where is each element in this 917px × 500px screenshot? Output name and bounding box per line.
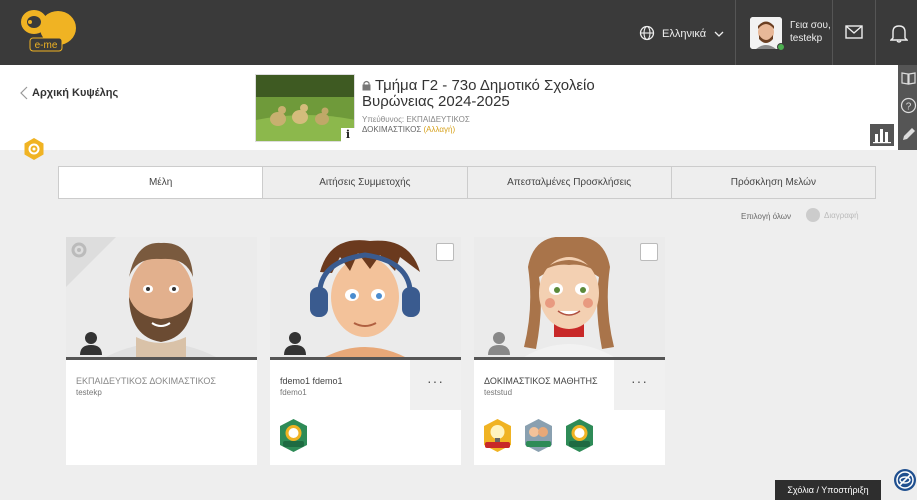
settings-gear-icon[interactable] (22, 137, 46, 161)
statistics-icon[interactable] (870, 124, 894, 146)
delete-button[interactable]: Διαγραφή (806, 208, 859, 222)
member-name-block: ΔΟΚΙΜΑΣΤΙΚΟΣ ΜΑΘΗΤΗΣ teststud (484, 376, 624, 398)
accessibility-icon[interactable] (893, 468, 917, 492)
tab-invite-members[interactable]: Πρόσκληση Μελών (672, 167, 875, 198)
delete-label: Διαγραφή (824, 210, 859, 220)
member-name-block: fdemo1 fdemo1 fdemo1 (280, 376, 420, 398)
divider (832, 0, 833, 65)
creativity-badge-icon[interactable] (480, 418, 515, 453)
owner-name: ΔΟΚΙΜΑΣΤΙΚΟΣ (362, 125, 422, 134)
class-title: Τμήμα Γ2 - 73ο Δημοτικό Σχολείο Βυρώνεια… (362, 78, 662, 110)
member-username: fdemo1 (280, 388, 307, 397)
class-owner: Υπεύθυνος: ΕΚΠΑΙΔΕΥΤΙΚΟΣ ΔΟΚΙΜΑΣΤΙΚΟΣ (Α… (362, 115, 470, 135)
achievement-badge-icon[interactable] (562, 418, 597, 453)
class-cover-image (255, 74, 355, 142)
divider (875, 0, 876, 65)
language-select[interactable]: Ελληνικά (662, 24, 724, 44)
member-full-name: fdemo1 fdemo1 (280, 376, 343, 386)
member-card[interactable]: ΕΚΠΑΙΔΕΥΤΙΚΟΣ ΔΟΚΙΜΑΣΤΙΚΟΣ testekp (66, 237, 257, 465)
member-checkbox[interactable] (640, 243, 658, 261)
change-owner-link[interactable]: (Αλλαγή) (424, 125, 456, 134)
member-username: teststud (484, 388, 513, 397)
badge-list (480, 418, 597, 453)
person-icon (284, 332, 306, 355)
owner-label: Υπεύθυνος: ΕΚΠΑΙΔΕΥΤΙΚΟΣ (362, 115, 470, 124)
tab-sent-invitations[interactable]: Απεσταλμένες Προσκλήσεις (468, 167, 672, 198)
avatar-divider (66, 357, 257, 360)
more-options-button[interactable]: ··· (410, 360, 461, 410)
more-options-button[interactable]: ··· (614, 360, 665, 410)
member-name-block: ΕΚΠΑΙΔΕΥΤΙΚΟΣ ΔΟΚΙΜΑΣΤΙΚΟΣ testekp (76, 376, 216, 398)
logo-text: e-me (35, 40, 58, 51)
info-button[interactable]: i (341, 128, 355, 142)
globe-icon (639, 25, 655, 41)
e-me-logo[interactable]: e-me (18, 8, 80, 56)
username-text: testekp (790, 33, 823, 44)
pencil-icon[interactable] (900, 126, 917, 143)
person-icon (488, 332, 510, 355)
help-icon[interactable]: ? (900, 97, 917, 114)
tab-join-requests[interactable]: Αιτήσεις Συμμετοχής (263, 167, 468, 198)
kindness-badge-icon[interactable] (521, 418, 556, 453)
achievement-badge-icon[interactable] (276, 418, 311, 453)
member-full-name: ΕΚΠΑΙΔΕΥΤΙΚΟΣ ΔΟΚΙΜΑΣΤΙΚΟΣ (76, 376, 216, 386)
person-icon (80, 332, 102, 355)
chevron-left-icon (20, 86, 28, 100)
book-icon[interactable] (900, 70, 917, 87)
lock-icon (362, 80, 371, 91)
back-link[interactable]: Αρχική Κυψέλης (20, 86, 118, 100)
select-all-link[interactable]: Επιλογή όλων (741, 212, 791, 221)
greeting-text: Γεια σου, (790, 20, 831, 31)
divider (735, 0, 736, 65)
member-username: testekp (76, 388, 102, 397)
feedback-support-button[interactable]: Σχόλια / Υποστήριξη (775, 480, 881, 500)
envelope-icon[interactable] (845, 25, 863, 39)
bell-icon[interactable] (890, 23, 908, 43)
member-checkbox[interactable] (436, 243, 454, 261)
tab-members[interactable]: Μέλη (59, 167, 264, 198)
user-greeting[interactable]: Γεια σου, testekp (790, 19, 831, 45)
member-card[interactable]: ΔΟΚΙΜΑΣΤΙΚΟΣ ΜΑΘΗΤΗΣ teststud ··· (474, 237, 665, 465)
svg-text:?: ? (906, 102, 912, 113)
delete-icon (806, 208, 820, 222)
member-card[interactable]: fdemo1 fdemo1 fdemo1 ··· (270, 237, 461, 465)
back-link-label: Αρχική Κυψέλης (32, 87, 119, 99)
language-label: Ελληνικά (662, 28, 707, 40)
member-full-name: ΔΟΚΙΜΑΣΤΙΚΟΣ ΜΑΘΗΤΗΣ (484, 376, 598, 386)
badge-list (276, 418, 311, 453)
online-status-dot (777, 43, 785, 51)
owner-gear-icon (66, 237, 116, 287)
class-title-text: Τμήμα Γ2 - 73ο Δημοτικό Σχολείο Βυρώνεια… (362, 77, 595, 110)
member-tabs: Μέλη Αιτήσεις Συμμετοχής Απεσταλμένες Πρ… (58, 166, 876, 199)
chevron-down-icon (714, 31, 724, 37)
